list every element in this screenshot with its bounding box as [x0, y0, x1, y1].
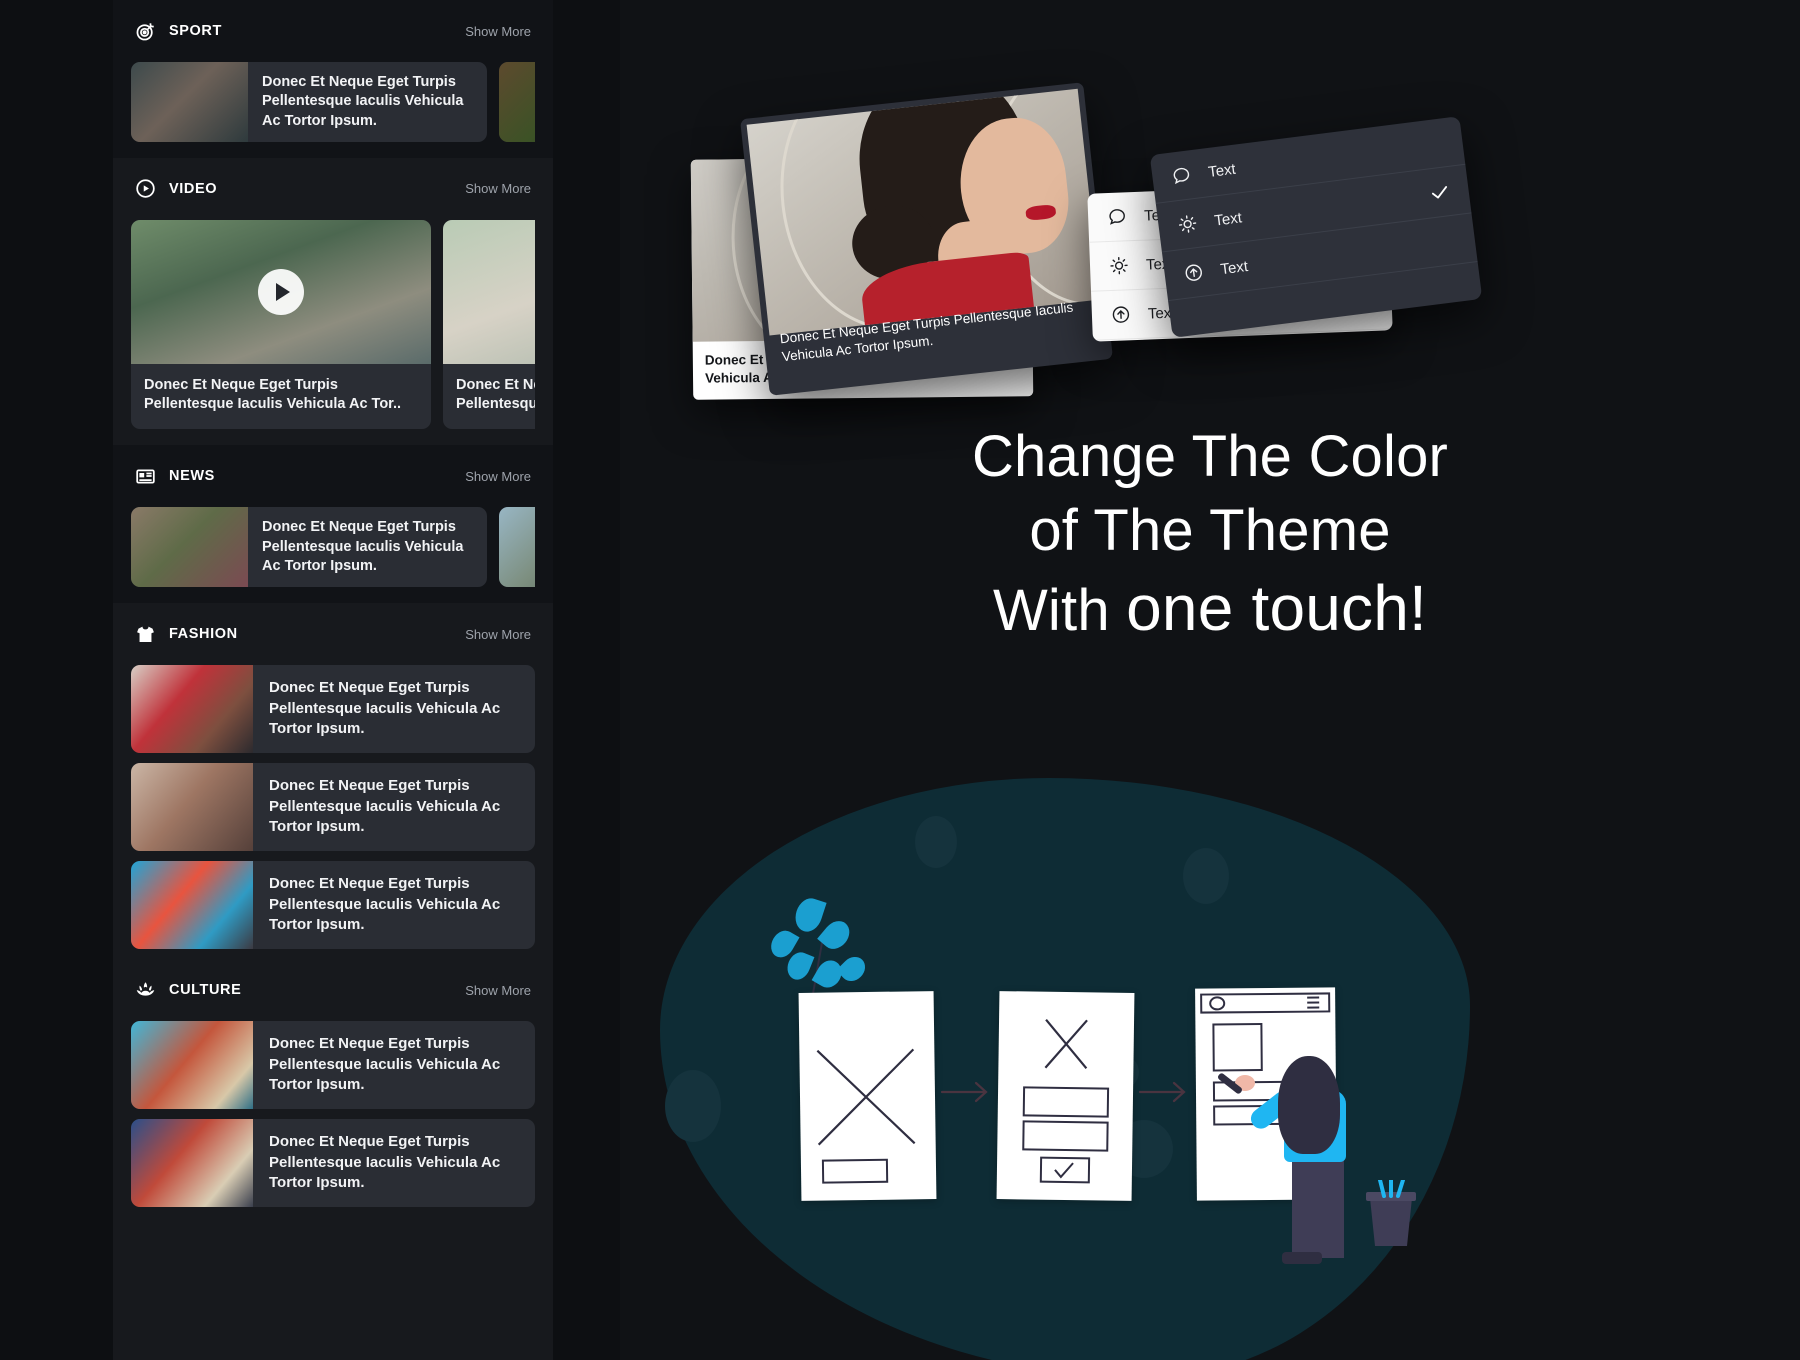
decorative-dot	[915, 816, 957, 868]
card-thumbnail	[131, 62, 248, 142]
flow-arrow-2	[1138, 1078, 1194, 1106]
card-title: Donec Et Neque Eget Turpis Pellentesque …	[269, 1035, 501, 1093]
headline-line-3: With one touch!	[620, 568, 1800, 650]
news-card-scroller[interactable]: Donec Et Neque Eget Turpis Pellentesque …	[131, 507, 535, 603]
list-item[interactable]: Donec Et Neque Eget Turpis Pellentesque …	[131, 507, 487, 588]
section-title: CULTURE	[169, 982, 242, 999]
video-poster	[131, 219, 431, 364]
section-news: NEWS Show More Donec Et Neque Eget Turpi…	[113, 445, 553, 604]
card-title: Donec Et Neque Eget Turpis Pellentesque …	[269, 777, 501, 835]
list-item[interactable]: Donec Et Neque Eget Turpis Pellentesque …	[131, 1021, 535, 1110]
card-thumbnail	[131, 861, 253, 950]
headline: Change The Color of The Theme With one t…	[620, 420, 1800, 650]
card-thumbnail	[131, 1021, 253, 1110]
card-title: Donec Et Neque Eget Turpis Pellentesqu..	[456, 376, 535, 413]
show-more-video[interactable]: Show More	[465, 181, 531, 196]
card-thumbnail	[499, 62, 535, 142]
wireframe-sheet-2	[996, 991, 1135, 1201]
menu-item-label: Text	[1207, 160, 1237, 181]
show-more-fashion[interactable]: Show More	[465, 627, 531, 642]
decorative-dot	[665, 1070, 721, 1142]
pencil-cup	[1362, 1176, 1420, 1250]
app-frame: SPORT Show More Donec Et Neque Eget Turp…	[113, 0, 553, 1360]
lotus-icon	[135, 980, 156, 1001]
app-gutter-left	[0, 0, 113, 1360]
person-legs	[1292, 1150, 1344, 1258]
section-title: FASHION	[169, 626, 238, 643]
card-thumbnail	[131, 665, 253, 754]
card-title: Donec Et Neque Eget Turpis Pellentesque …	[262, 519, 464, 574]
photo-card-dark[interactable]: Donec Et Neque Eget Turpis Pellentesque …	[739, 82, 1114, 396]
screenshot-root: SPORT Show More Donec Et Neque Eget Turp…	[0, 0, 1800, 1360]
list-item[interactable]: Donec Et Neque Eget Turpis Pellentesque …	[131, 219, 431, 430]
arrow-up-circle-icon	[1110, 303, 1133, 326]
person-shoe	[1282, 1252, 1322, 1264]
section-header-sport: SPORT Show More	[131, 0, 535, 62]
section-header-culture: CULTURE Show More	[131, 959, 535, 1021]
flow-arrow-1	[940, 1078, 996, 1106]
section-video: VIDEO Show More Donec Et Neque Eget Turp…	[113, 157, 553, 446]
section-title: VIDEO	[169, 180, 218, 197]
list-item[interactable]: Donec Et Neque Eget Turpis Pellentesque …	[499, 507, 535, 588]
newspaper-icon	[135, 466, 156, 487]
list-item[interactable]: Donec Et Neque Eget Turpis Pellentesque …	[499, 62, 535, 142]
video-card-scroller[interactable]: Donec Et Neque Eget Turpis Pellentesque …	[131, 219, 535, 446]
person-hair	[1278, 1056, 1340, 1154]
list-item[interactable]: Donec Et Neque Eget Turpis Pellentesque …	[131, 62, 487, 142]
card-title: Donec Et Neque Eget Turpis Pellentesque …	[269, 679, 501, 737]
section-title: NEWS	[169, 468, 215, 485]
chat-bubble-icon	[1169, 163, 1194, 188]
card-title: Donec Et Neque Eget Turpis Pellentesque …	[269, 875, 501, 933]
theme-menu-dark[interactable]: Text Text Text	[1149, 116, 1483, 338]
target-icon	[135, 21, 156, 42]
card-thumbnail	[499, 507, 535, 588]
show-more-sport[interactable]: Show More	[465, 24, 531, 39]
section-header-video: VIDEO Show More	[131, 158, 535, 220]
app-gutter-right	[553, 0, 620, 1360]
show-more-news[interactable]: Show More	[465, 469, 531, 484]
list-item[interactable]: Donec Et Neque Eget Turpis Pellentesque …	[131, 665, 535, 754]
menu-item-label: Text	[1213, 208, 1243, 230]
brightness-icon	[1175, 212, 1200, 237]
headline-prefix: With	[992, 578, 1127, 644]
tshirt-icon	[135, 624, 156, 645]
chat-bubble-icon	[1106, 205, 1129, 228]
card-thumbnail	[131, 763, 253, 852]
wireframe-sheet-1	[798, 991, 937, 1201]
card-title: Donec Et Neque Eget Turpis Pellentesque …	[269, 1133, 501, 1191]
card-title: Donec Et Neque Eget Turpis Pellentesque …	[144, 376, 402, 413]
headline-emphasis: one touch!	[1126, 572, 1428, 645]
play-circle-icon	[135, 178, 156, 199]
section-header-fashion: FASHION Show More	[131, 603, 535, 665]
card-title: Donec Et Neque Eget Turpis Pellentesque …	[262, 74, 464, 129]
arrow-up-circle-icon	[1181, 260, 1206, 285]
section-title: SPORT	[169, 23, 222, 39]
section-fashion: FASHION Show More Donec Et Neque Eget Tu…	[113, 603, 553, 950]
app-preview-column: SPORT Show More Donec Et Neque Eget Turp…	[0, 0, 620, 1360]
section-sport: SPORT Show More Donec Et Neque Eget Turp…	[113, 0, 553, 158]
showcase-panel: Donec Et Neque Eget Turpis Pellentesque …	[620, 0, 1800, 1360]
brightness-icon	[1108, 254, 1131, 277]
headline-line-2: of The Theme	[1029, 498, 1391, 564]
card-thumbnail	[131, 1119, 253, 1208]
decorative-dot	[1183, 848, 1229, 904]
workflow-illustration	[620, 760, 1800, 1360]
card-thumbnail	[131, 507, 248, 588]
menu-item-label: Text	[1219, 257, 1249, 278]
section-culture: CULTURE Show More Donec Et Neque Eget Tu…	[113, 959, 553, 1208]
check-icon	[1427, 180, 1452, 205]
headline-line-1: Change The Color	[971, 424, 1449, 489]
play-button[interactable]	[258, 268, 304, 315]
list-item[interactable]: Donec Et Neque Eget Turpis Pellentesqu..	[443, 219, 535, 430]
list-item[interactable]: Donec Et Neque Eget Turpis Pellentesque …	[131, 1119, 535, 1208]
show-more-culture[interactable]: Show More	[465, 983, 531, 998]
video-poster	[443, 219, 535, 364]
list-item[interactable]: Donec Et Neque Eget Turpis Pellentesque …	[131, 861, 535, 950]
section-header-news: NEWS Show More	[131, 445, 535, 507]
sport-card-scroller[interactable]: Donec Et Neque Eget Turpis Pellentesque …	[131, 62, 535, 158]
list-item[interactable]: Donec Et Neque Eget Turpis Pellentesque …	[131, 763, 535, 852]
